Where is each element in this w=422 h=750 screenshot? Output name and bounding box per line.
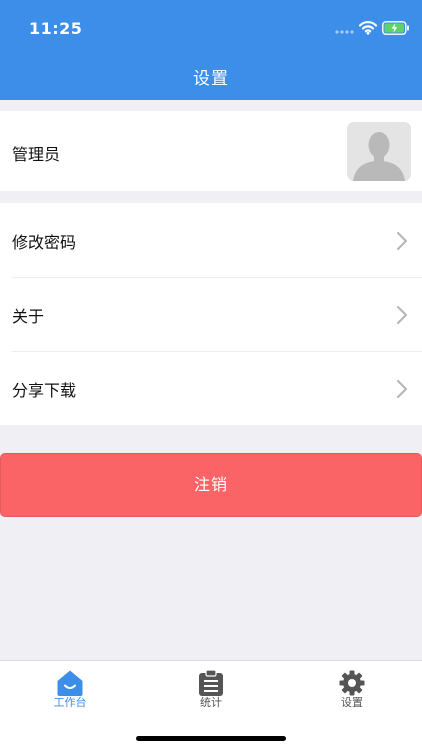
avatar-placeholder-icon bbox=[347, 122, 411, 181]
avatar[interactable] bbox=[347, 122, 411, 181]
profile-name: 管理员 bbox=[12, 145, 61, 164]
tab-label: 设置 bbox=[341, 696, 363, 709]
menu-item-label: 分享下载 bbox=[12, 381, 77, 400]
gear-icon bbox=[339, 670, 365, 696]
status-time: 11:25 bbox=[29, 19, 83, 38]
wifi-icon bbox=[359, 21, 377, 35]
clipboard-icon bbox=[199, 669, 223, 696]
status-bar: 11:25 bbox=[0, 0, 422, 56]
settings-menu: 修改密码 关于 分享下载 bbox=[0, 203, 422, 425]
profile-row[interactable]: 管理员 bbox=[0, 111, 422, 191]
cellular-signal-icon bbox=[335, 30, 354, 34]
logout-button[interactable]: 注销 bbox=[0, 453, 422, 517]
tab-label: 统计 bbox=[200, 696, 222, 709]
menu-item-label: 修改密码 bbox=[12, 233, 77, 252]
menu-item-about[interactable]: 关于 bbox=[0, 277, 422, 351]
navigation-header: 11:25 设置 bbox=[0, 0, 422, 100]
chevron-right-icon bbox=[397, 306, 407, 324]
menu-item-share-download[interactable]: 分享下载 bbox=[0, 351, 422, 425]
tab-settings[interactable]: 设置 bbox=[282, 661, 422, 717]
chevron-right-icon bbox=[397, 232, 407, 250]
battery-charging-icon bbox=[382, 21, 409, 35]
menu-item-label: 关于 bbox=[12, 307, 45, 326]
tab-statistics[interactable]: 统计 bbox=[141, 661, 281, 717]
menu-item-change-password[interactable]: 修改密码 bbox=[0, 203, 422, 277]
home-indicator bbox=[136, 736, 286, 741]
home-icon bbox=[57, 670, 83, 696]
tab-workbench[interactable]: 工作台 bbox=[0, 661, 140, 717]
tab-label: 工作台 bbox=[53, 696, 87, 709]
page-title: 设置 bbox=[193, 69, 229, 89]
chevron-right-icon bbox=[397, 380, 407, 398]
